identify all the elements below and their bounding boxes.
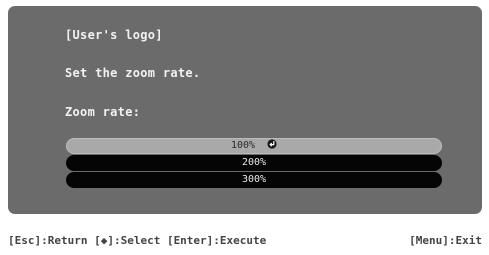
zoom-option-200[interactable]: 200% — [66, 155, 442, 171]
zoom-rate-options: 100% 200% 300% — [66, 138, 442, 189]
menu-title: [User's logo] — [65, 28, 163, 42]
zoom-option-300[interactable]: 300% — [66, 172, 442, 188]
key-help-bar: [Esc]:Return [◆]:Select [Enter]:Execute … — [8, 232, 482, 250]
zoom-option-label: 200% — [241, 157, 267, 168]
key-help-exit: [Menu]:Exit — [409, 234, 482, 247]
zoom-option-label: 300% — [241, 174, 267, 185]
key-help-left: [Esc]:Return [◆]:Select [Enter]:Execute — [8, 234, 267, 247]
zoom-rate-label: Zoom rate: — [65, 105, 141, 119]
osd-menu-panel: [User's logo] Set the zoom rate. Zoom ra… — [8, 6, 482, 214]
enter-icon — [267, 139, 277, 149]
zoom-option-100[interactable]: 100% — [66, 138, 442, 154]
zoom-option-label: 100% — [230, 140, 256, 151]
instruction-text: Set the zoom rate. — [65, 66, 201, 80]
